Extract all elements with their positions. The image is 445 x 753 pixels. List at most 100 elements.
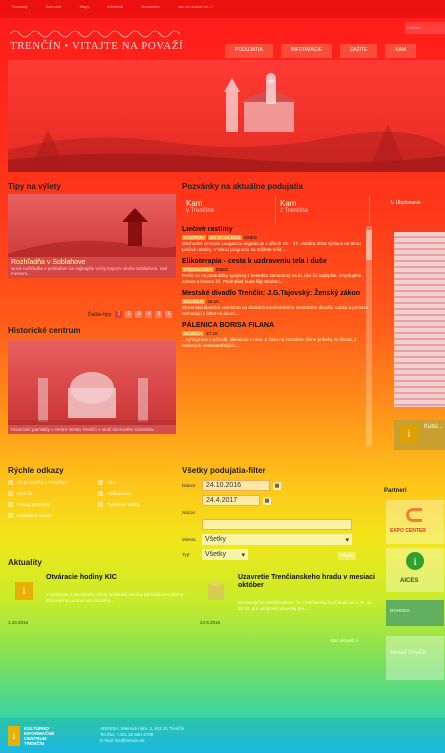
kultura-banner[interactable]: i Kultú... [394, 420, 445, 450]
search-input[interactable]: Hľadať... [405, 22, 445, 34]
top-link[interactable]: Kontakty [12, 4, 28, 9]
pager-page[interactable]: 6 [165, 311, 173, 318]
tip-photo[interactable]: Rozhľadňa v Soblahove Nová rozhľadňa s p… [8, 194, 176, 278]
site-title[interactable]: TRENČÍN • VITAJTE NA POVAŽÍ [10, 40, 183, 52]
name-input-row [182, 519, 374, 530]
calendar-icon[interactable]: ▦ [273, 481, 281, 490]
main-nav: PODUJATIA INFORMÁCIE ZAŽITE KAM [225, 44, 417, 58]
top-bar: Kontakty Kalendár Mapy Inštitúcie Newsle… [0, 0, 445, 18]
top-link[interactable]: Inštitúcie [107, 4, 123, 9]
nav-zazite[interactable]: ZAŽITE [340, 44, 378, 58]
type-label: Typ: [182, 552, 191, 557]
news-text: V súvislosti s ukončením letnej turistic… [46, 592, 185, 603]
event-title[interactable]: Mestské divadlo Trenčín: J.G.Tajovský: Ž… [182, 290, 372, 298]
hero-banner [8, 60, 445, 172]
top-link[interactable]: Newsletter [141, 4, 160, 9]
event-meta: DIVADLO 26.10. [182, 299, 372, 304]
place-select[interactable]: Všetky ▾ [202, 534, 352, 545]
event-meta: BESEDA 27.10. [182, 331, 372, 336]
partner-expo[interactable]: EXPO CENTER [386, 500, 444, 544]
event-title[interactable]: Liečivé rastliny [182, 226, 372, 234]
tab-kam-v-trencine[interactable]: Kam v Trenčíne [182, 196, 276, 224]
quick-link-label: Kam ísť [17, 491, 33, 496]
tip-title[interactable]: Rozhľadňa v Soblahove [11, 259, 173, 266]
more-news-link[interactable]: Viac aktualít > [330, 638, 358, 643]
quick-link[interactable]: Reštaurácie [98, 491, 168, 496]
church-illustration [8, 372, 176, 434]
news-date: 24.9.2016 [200, 620, 221, 625]
date-to-input[interactable]: 24.4.2017 [202, 495, 260, 506]
top-link[interactable]: Mapy [80, 4, 90, 9]
search-button[interactable]: Hľadaj [338, 552, 356, 560]
pager-page[interactable]: 2 [125, 311, 133, 318]
nav-informacie[interactable]: INFORMÁCIE [280, 44, 333, 58]
news-item[interactable]: i Otváracie hodiny KIC V súvislosti s uk… [8, 572, 188, 632]
news-item[interactable]: Uzavretie Trenčianskeho hradu v mesiaci … [200, 572, 380, 632]
tip-caption: Rozhľadňa v Soblahove Nová rozhľadňa s p… [8, 257, 176, 278]
partner-virtual[interactable]: Virtual Trenčín [386, 636, 444, 680]
footer-contact: ADRESA: Mierové nám. 2, 911 01 Trenčín T… [100, 726, 184, 744]
event-when: DNES [215, 267, 229, 272]
logo-ornament [10, 30, 180, 38]
tab-subtitle: v Trenčíne [186, 208, 215, 214]
event-item[interactable]: Liečivé rastliny VÝSTAVA DO 27.10.2016 D… [182, 226, 372, 253]
tab-title: Kam [186, 199, 203, 208]
historic-heading: Historické centrum [8, 326, 81, 335]
quick-link[interactable]: Kino [98, 480, 168, 485]
events-scrollbar[interactable] [366, 226, 372, 446]
event-item[interactable]: Elikoterapia - cesta k uzdraveniu tela i… [182, 258, 372, 285]
nav-kam[interactable]: KAM [385, 44, 417, 58]
news-thumbnail [200, 576, 232, 606]
historic-photo[interactable]: Historické pamiatky v centre mesta Trenč… [8, 340, 176, 434]
quick-link[interactable]: Kontaktné miesta [8, 513, 98, 518]
event-item[interactable]: PÁLENICA BORISA FILANA BESEDA 27.10. ...… [182, 322, 372, 349]
place-row: Miesto: Všetky ▾ [182, 534, 374, 545]
quick-link[interactable]: Kam ísť [8, 491, 98, 496]
event-meta: VÝSTAVA DO 27.10.2016 DNES [182, 235, 372, 240]
tab-kam-z-trencina[interactable]: Kam z Trenčína [276, 196, 370, 224]
event-tag: BESEDA [182, 331, 205, 336]
news-title[interactable]: Otváracie hodiny KIC [46, 574, 186, 582]
bullet-icon [98, 480, 103, 485]
footer-email[interactable]: E-mail: kic@trencin.sk [100, 738, 184, 744]
date-from-input[interactable]: 24.10.2016 [202, 480, 270, 491]
pager-page[interactable]: 3 [135, 311, 143, 318]
pager-page[interactable]: 4 [145, 311, 153, 318]
partner-aices[interactable]: i AICES [386, 548, 444, 592]
quick-link[interactable]: Hotely, penzióny [8, 502, 98, 507]
news-title[interactable]: Uzavretie Trenčianskeho hradu v mesiaci … [238, 574, 378, 590]
news-heading: Aktuality [8, 558, 42, 567]
date-label: Dátum: [182, 483, 197, 488]
event-desc: Obchodné centrum Laugaricio organizuje v… [182, 241, 361, 252]
events-list: Liečivé rastliny VÝSTAVA DO 27.10.2016 D… [182, 226, 372, 446]
partner-dohoda[interactable]: DOHODA [386, 600, 444, 626]
bullet-icon [8, 491, 13, 496]
quick-link[interactable]: Turistické služby [98, 502, 168, 507]
expo-logo-icon [406, 508, 422, 522]
kic-logo-icon: i [8, 726, 20, 746]
top-link[interactable]: Kalendár [46, 4, 62, 9]
event-tag: VÝSTAVA [182, 235, 206, 240]
nav-podujatia[interactable]: PODUJATIA [225, 44, 273, 58]
ubytovanie-link[interactable]: ↻ Ubytovanie [390, 200, 421, 206]
type-select[interactable]: Všetky ▾ [202, 549, 248, 560]
newspaper-thumbnail[interactable] [394, 232, 445, 407]
ubytovanie-label: Ubytovanie [395, 200, 421, 206]
event-item[interactable]: Mestské divadlo Trenčín: J.G.Tajovský: Ž… [182, 290, 372, 317]
scroll-thumb[interactable] [366, 230, 372, 260]
partner-label: Virtual Trenčín [390, 650, 427, 656]
event-title[interactable]: PÁLENICA BORISA FILANA [182, 322, 372, 330]
quick-link[interactable]: Čo je nového v Trenčíne? [8, 480, 98, 485]
pager-page[interactable]: 5 [155, 311, 163, 318]
top-link[interactable]: ako sa dostať do...? [178, 4, 213, 9]
bullet-icon [98, 491, 103, 496]
quick-heading: Rýchle odkazy [8, 466, 64, 475]
bullet-icon [8, 502, 13, 507]
chevron-down-icon: ▾ [345, 536, 349, 544]
pager-page[interactable]: 1 [115, 311, 123, 318]
chevron-down-icon: ▾ [241, 551, 245, 559]
event-title[interactable]: Elikoterapia - cesta k uzdraveniu tela i… [182, 258, 372, 266]
info-icon: i [400, 426, 418, 444]
calendar-icon[interactable]: ▦ [263, 496, 271, 505]
name-input[interactable] [202, 519, 352, 530]
